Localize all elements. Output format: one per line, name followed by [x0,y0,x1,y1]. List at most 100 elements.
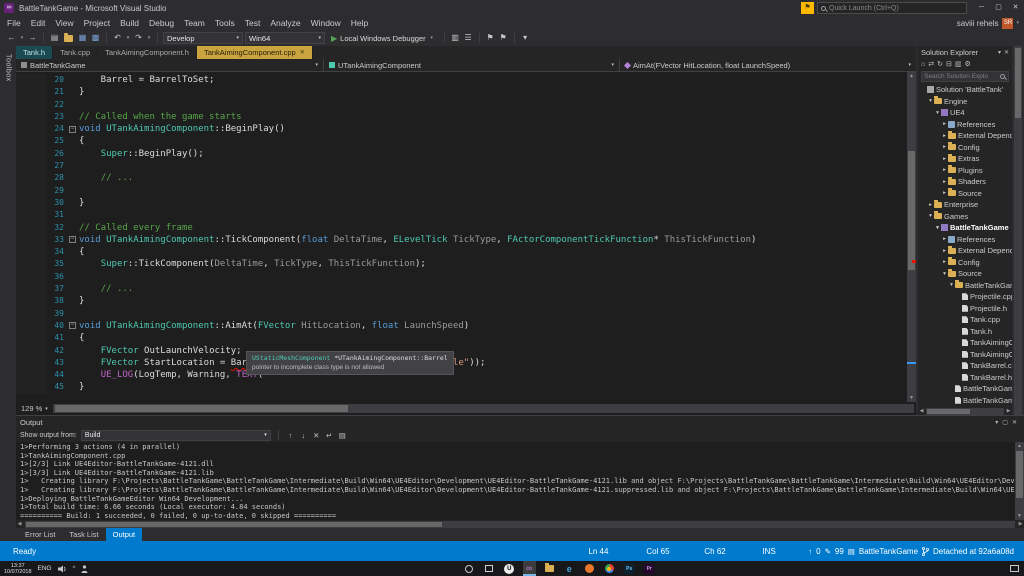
speaker-icon[interactable] [58,565,67,573]
breakpoint-margin[interactable] [16,172,46,184]
breakpoint-margin[interactable] [16,320,46,332]
task-view-icon[interactable] [483,561,496,576]
output-vertical-scrollbar[interactable]: ▲ ▼ [1015,442,1024,520]
menu-team[interactable]: Team [179,16,210,30]
scroll-left-icon[interactable]: ◀ [918,408,925,414]
chevron-down-icon[interactable]: ▾ [927,98,934,104]
quick-launch-input[interactable]: Quick Launch (Ctrl+Q) [817,2,967,14]
redo-caret-icon[interactable]: ▾ [146,35,152,41]
breakpoint-margin[interactable] [16,332,46,344]
signed-in-user[interactable]: saviii rehels [957,19,999,28]
tree-item[interactable]: BattleTankGameEditor.Target.cs [918,395,1012,407]
member-dropdown[interactable]: AimAt(FVector HitLocation, float LaunchS… [620,59,916,71]
tree-item[interactable]: ▾BattleTankGame [918,280,1012,292]
breakpoint-margin[interactable] [16,246,46,258]
bookmark-flag-icon[interactable]: ⚑ [485,32,496,44]
firefox-icon[interactable] [583,561,596,576]
tree-item[interactable]: ▸Plugins [918,165,1012,177]
breakpoint-margin[interactable] [16,345,46,357]
scroll-down-icon[interactable]: ▼ [1015,512,1024,520]
scroll-right-icon[interactable]: ▶ [1017,521,1024,527]
comment-flag-icon[interactable]: ⚑ [498,32,509,44]
hidden-icons-chevron-icon[interactable]: ^ [73,566,76,572]
menu-edit[interactable]: Edit [26,16,51,30]
start-icon[interactable] [443,561,456,576]
next-message-icon[interactable]: ↓ [299,431,308,440]
repo-name[interactable]: BattleTankGame [859,547,918,556]
solution-explorer-header[interactable]: Solution Explorer ▾ ✕ [918,46,1012,58]
breakpoint-margin[interactable] [16,111,46,123]
chevron-right-icon[interactable]: ▸ [941,133,948,139]
tree-item[interactable]: ▾BattleTankGame [918,222,1012,234]
toolbox-tab[interactable]: Toolbox [5,50,12,86]
window-position-caret-icon[interactable]: ▾ [998,49,1001,56]
scrollbar-thumb[interactable] [908,151,915,270]
menu-help[interactable]: Help [346,16,373,30]
chevron-right-icon[interactable]: ▸ [941,236,948,242]
commits-ahead-count[interactable]: 0 [816,547,820,556]
h-scrollbar-thumb[interactable] [55,405,348,412]
unreal-icon[interactable]: U [503,561,516,576]
navigate-back-icon[interactable]: ← [6,32,17,44]
properties-icon[interactable]: ⚙ [964,60,970,68]
navigate-back-caret-icon[interactable]: ▾ [19,35,25,41]
scroll-up-icon[interactable]: ▲ [1015,442,1024,450]
tree-item[interactable]: ▸Source [918,188,1012,200]
sync-icon[interactable]: ⇄ [928,60,934,68]
tree-item[interactable]: Tank.cpp [918,314,1012,326]
chevron-down-icon[interactable]: ▾ [934,225,941,231]
branch-name[interactable]: Detached at 92a6a08d [933,547,1014,556]
people-icon[interactable] [81,565,88,573]
breakpoint-margin[interactable] [16,99,46,111]
output-maximize-icon[interactable]: ▢ [1002,419,1008,426]
solution-search-input[interactable]: Search Solution Explo [921,71,1009,82]
type-dropdown[interactable]: UTankAimingComponent ▾ [324,59,620,71]
breakpoint-margin[interactable] [16,357,46,369]
breakpoint-margin[interactable] [16,258,46,270]
word-wrap-icon[interactable]: ↵ [325,431,334,440]
chevron-right-icon[interactable]: ▸ [941,179,948,185]
menu-tools[interactable]: Tools [210,16,240,30]
solution-configuration-select[interactable]: Develop ▾ [163,32,243,44]
fold-collapse-icon[interactable]: − [69,322,76,329]
open-file-icon[interactable] [64,35,73,42]
solution-explorer-hscrollbar[interactable]: ◀ ▶ [918,407,1012,415]
tree-item[interactable]: Projectile.h [918,303,1012,315]
redo-icon[interactable]: ↷ [133,32,144,44]
tree-item[interactable]: TankBarrel.h [918,372,1012,384]
tree-item[interactable]: ▸Shaders [918,176,1012,188]
code-editor[interactable]: 20 Barrel = BarrelToSet;21}2223// Called… [16,72,916,402]
tree-item[interactable]: TankAimingComponent.cpp [918,337,1012,349]
avatar[interactable]: SR [1002,18,1013,29]
close-button[interactable]: ✕ [1007,0,1024,16]
menu-view[interactable]: View [50,16,78,30]
scroll-down-icon[interactable]: ▼ [907,394,916,402]
output-log[interactable]: 1>Performing 3 actions (4 in parallel)1>… [16,442,1024,520]
tree-item[interactable]: Solution 'BattleTank' [918,84,1012,96]
breakpoint-margin[interactable] [16,222,46,234]
zoom-level-select[interactable]: 129 % ▾ [16,404,53,413]
se-h-thumb[interactable] [927,409,970,414]
find-in-files-icon[interactable]: ☰ [463,32,474,44]
breakpoint-margin[interactable] [16,283,46,295]
tab-tankaimingcomponent.cpp[interactable]: TankAimingComponent.cpp✕ [197,46,313,59]
edge-icon[interactable]: e [563,561,576,576]
breakpoint-margin[interactable] [16,271,46,283]
chevron-down-icon[interactable]: ▾ [941,271,948,277]
tree-item[interactable]: ▾UE4 [918,107,1012,119]
column-indicator[interactable]: Col 65 [646,547,704,556]
editor-vertical-scrollbar[interactable]: ▲ ▼ [907,72,916,402]
file-explorer-icon[interactable] [543,561,556,576]
maximize-button[interactable]: ▢ [990,0,1007,16]
tree-item[interactable]: BattleTankGame.Target.cs [918,383,1012,395]
fold-collapse-icon[interactable]: − [69,236,76,243]
chevron-down-icon[interactable]: ▾ [948,282,955,288]
panel-tab-output[interactable]: Output [106,528,143,541]
se-v-thumb[interactable] [1015,48,1021,118]
tree-item[interactable]: TankAimingComponent.h [918,349,1012,361]
breakpoint-margin[interactable] [16,74,46,86]
navigate-forward-icon[interactable]: → [27,32,38,44]
output-h-thumb[interactable] [26,522,442,527]
breakpoint-margin[interactable] [16,160,46,172]
character-indicator[interactable]: Ch 62 [704,547,762,556]
